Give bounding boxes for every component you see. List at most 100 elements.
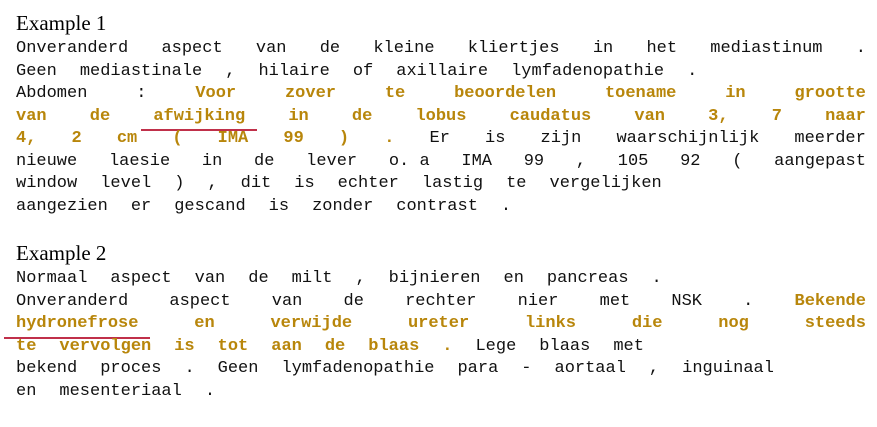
word: window xyxy=(16,174,78,193)
example-2-text: Normaal aspect van de milt, bijnieren en pancre… xyxy=(3,268,866,403)
word: nieuwe xyxy=(16,151,78,171)
highlighted-word: naar xyxy=(825,106,866,126)
word: van xyxy=(271,291,303,311)
underlined-entity: hydronefrose xyxy=(3,313,151,338)
example-2-block: Example 2 Normaal aspect van de milt, bijnier… xyxy=(3,240,866,403)
text-line: Normaal aspect van de milt, bijnieren en pancre… xyxy=(16,268,866,291)
word: lever xyxy=(306,151,358,171)
word: inguinaal xyxy=(682,359,774,378)
underlined-entity: afwijking xyxy=(141,106,257,131)
word: het xyxy=(646,39,678,58)
word: bijnieren xyxy=(388,269,481,288)
highlighted-word: toename xyxy=(604,84,677,103)
word: 99 xyxy=(523,151,545,171)
text-line: Abdomen: Voor zover te beoordelen toename in gr… xyxy=(16,83,866,106)
word: van xyxy=(255,39,287,58)
example-2-title: Example 2 xyxy=(16,241,107,265)
example-1-block: Example 1 Onveranderd aspect van de kleine kl… xyxy=(16,10,866,218)
word: is xyxy=(485,129,506,148)
word: er xyxy=(130,196,152,216)
highlighted-word: die xyxy=(631,314,663,333)
highlighted-word: de xyxy=(351,106,373,126)
word: mediastinum xyxy=(710,39,823,58)
highlighted-word: 99 xyxy=(283,129,304,148)
highlighted-word: 3, xyxy=(708,106,729,126)
word: nier xyxy=(517,291,559,311)
highlighted-word: links xyxy=(524,314,576,333)
word: aangezien xyxy=(16,196,108,216)
word: level xyxy=(100,174,152,193)
highlighted-word: grootte xyxy=(794,84,866,103)
highlighted-word: 2 xyxy=(71,129,82,148)
highlighted-word: in xyxy=(288,106,309,126)
word: Geen xyxy=(16,61,57,81)
word: waarschijnlijk xyxy=(616,129,760,148)
word: mesenteriaal xyxy=(59,381,182,401)
word: contrast xyxy=(396,196,478,216)
word: . xyxy=(204,381,216,401)
highlighted-word: ureter xyxy=(407,314,470,333)
word: milt xyxy=(291,269,333,288)
word: - xyxy=(521,359,532,378)
word: Normaal xyxy=(16,269,88,288)
word: en xyxy=(503,269,524,288)
word: lastig xyxy=(421,174,484,193)
highlighted-word: cm xyxy=(116,129,138,148)
word: pancreas xyxy=(546,269,629,288)
word: . xyxy=(743,291,754,311)
highlighted-word: tot xyxy=(217,336,249,356)
word: , xyxy=(575,151,587,171)
word: of xyxy=(352,61,374,81)
word: meerder xyxy=(794,129,866,148)
word: de xyxy=(254,151,275,171)
word: en xyxy=(16,381,37,401)
word: zonder xyxy=(312,196,374,216)
word: laesie xyxy=(108,151,171,171)
word: met xyxy=(613,336,644,356)
word: , xyxy=(355,269,366,288)
word: . xyxy=(184,359,195,378)
example-1-text: Onveranderd aspect van de kleine kliertjes in h… xyxy=(16,38,866,218)
highlighted-word: te xyxy=(384,84,406,103)
word: 92 xyxy=(680,151,701,171)
word: de xyxy=(319,39,341,58)
word: aspect xyxy=(161,39,223,58)
word: dit xyxy=(240,174,272,193)
word: Er xyxy=(429,129,450,148)
text-line: Onveranderd aspect van de kleine kliertjes in h… xyxy=(16,38,866,61)
word: Onveranderd xyxy=(16,291,129,311)
word: Abdomen xyxy=(16,84,88,103)
word: in xyxy=(592,39,614,58)
word: NSK xyxy=(671,291,702,311)
word: lymfadenopathie xyxy=(511,61,665,81)
highlighted-word: de xyxy=(89,106,111,126)
word: rechter xyxy=(405,291,477,311)
word: , xyxy=(648,359,660,378)
highlighted-word: . xyxy=(384,129,395,148)
highlighted-word: aan xyxy=(271,336,302,356)
text-line: Onveranderd aspect van de rechter nier met NSK.… xyxy=(16,291,866,314)
word: . xyxy=(651,269,662,288)
highlighted-word: . xyxy=(442,336,453,356)
highlighted-word: van xyxy=(16,106,47,126)
highlighted-word: beoordelen xyxy=(454,84,557,103)
highlighted-word: lobus xyxy=(415,106,467,126)
word: met xyxy=(599,291,631,311)
word: is xyxy=(268,196,290,216)
word: vergelijken xyxy=(549,174,662,193)
word: . xyxy=(500,196,512,216)
word: de xyxy=(248,269,269,288)
word: echter xyxy=(337,174,399,193)
highlighted-word: 7 xyxy=(771,106,782,126)
highlighted-word: vervolgen xyxy=(59,336,152,356)
text-line: hydronefrose en verwijde ureter links die nog s… xyxy=(3,313,866,338)
word: hilaire xyxy=(258,61,330,81)
word: Lege xyxy=(475,336,517,356)
word: Geen xyxy=(217,359,259,378)
word: aangepast xyxy=(774,151,866,171)
word: blaas xyxy=(539,336,591,356)
highlighted-word: van xyxy=(634,106,665,126)
word: para xyxy=(457,359,499,378)
word: proces xyxy=(100,359,162,378)
text-line: te vervolgen is tot aan de blaas. Lege blaas met xyxy=(16,336,866,359)
